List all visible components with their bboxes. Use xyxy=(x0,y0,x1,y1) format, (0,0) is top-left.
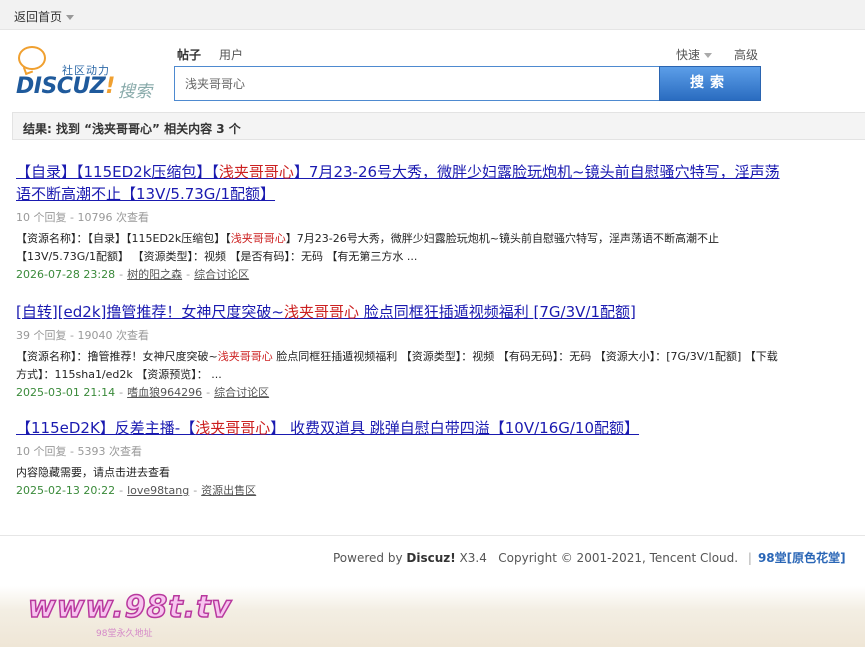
search-type-users[interactable]: 用户 xyxy=(219,46,243,63)
result-stats: 39 个回复 - 19040 次查看 xyxy=(16,329,149,342)
result-title-text: 【115eD2K】反差主播-【 xyxy=(16,419,196,437)
result-desc-text: 【资源名称】：撸管推荐！女神尺度突破~ xyxy=(16,350,218,363)
chevron-down-icon xyxy=(66,15,75,20)
result-title-highlight: 浅夹哥哥心 xyxy=(218,163,294,181)
footer-divider xyxy=(0,535,865,536)
result-meta: 2025-03-01 21:14- 嗜血狼964296- 综合讨论区 xyxy=(16,386,270,399)
result-forum-link[interactable]: 综合讨论区 xyxy=(194,268,249,281)
back-home-link[interactable]: 返回首页 xyxy=(14,8,75,25)
search-input[interactable] xyxy=(175,67,659,100)
watermark-logo: www.98t.tv xyxy=(27,589,233,626)
result-meta: 2026-07-28 23:28- 树的阳之森 - 综合讨论区 xyxy=(16,268,250,281)
advanced-search-link[interactable]: 高级 xyxy=(734,46,758,63)
result-title-link[interactable]: 【自录】【115ED2k压缩包】【浅夹哥哥心】7月23-26号大秀，微胖少妇露脸… xyxy=(16,163,780,203)
result-author-link[interactable]: 嗜血狼964296 xyxy=(127,386,202,399)
watermark-subtitle: 98堂永久地址 xyxy=(96,629,153,639)
powered-by-brand: Discuz! xyxy=(406,551,456,565)
search-result: [自转][ed2k]撸管推荐！女神尺度突破~浅夹哥哥心 脸点同框狂插遁视频福利 … xyxy=(16,301,786,402)
result-title-highlight: 浅夹哥哥心 xyxy=(195,419,271,437)
quick-search-label: 快速 xyxy=(676,48,701,62)
search-result: 【自录】【115ED2k压缩包】【浅夹哥哥心】7月23-26号大秀，微胖少妇露脸… xyxy=(16,161,786,284)
result-forum-link[interactable]: 资源出售区 xyxy=(201,484,256,497)
search-box xyxy=(174,66,660,101)
result-title-link[interactable]: [自转][ed2k]撸管推荐！女神尺度突破~浅夹哥哥心 脸点同框狂插遁视频福利 … xyxy=(16,303,636,321)
powered-by-text: Powered by xyxy=(333,551,407,565)
quick-search-dropdown[interactable]: 快速 xyxy=(676,46,713,63)
result-summary-bar: 结果: 找到 “浅夹哥哥心” 相关内容 3 个 xyxy=(12,112,865,140)
logo-brand-excl: ! xyxy=(105,74,115,99)
result-summary: 结果: 找到 “浅夹哥哥心” 相关内容 3 个 xyxy=(23,122,241,136)
chevron-down-icon xyxy=(704,53,713,58)
result-date: 2025-02-13 20:22 xyxy=(16,484,116,497)
search-type-posts[interactable]: 帖子 xyxy=(177,46,201,63)
site-logo[interactable]: 社区动力 DISCUZ! 搜索 xyxy=(16,44,156,102)
result-stats: 10 个回复 - 5393 次查看 xyxy=(16,445,142,458)
result-date: 2025-03-01 21:14 xyxy=(16,386,116,399)
top-bar: 返回首页 xyxy=(0,0,865,30)
result-desc-text: 内容隐藏需要，请点击进去查看 xyxy=(16,466,170,479)
footer: Powered by Discuz! X3.4 Copyright © 2001… xyxy=(333,549,846,566)
result-desc-highlight: 浅夹哥哥心 xyxy=(230,232,286,245)
speech-bubble-icon xyxy=(18,46,46,70)
result-author-link[interactable]: 树的阳之森 xyxy=(127,268,182,281)
logo-brand-main: DISCUZ xyxy=(16,74,106,99)
result-title-text: 】 收费双道具 跳弹自慰白带四溢【10V/16G/10配额】 xyxy=(270,419,640,437)
result-title-link[interactable]: 【115eD2K】反差主播-【浅夹哥哥心】 收费双道具 跳弹自慰白带四溢【10V… xyxy=(16,419,639,437)
result-stats: 10 个回复 - 10796 次查看 xyxy=(16,211,149,224)
result-title-text: 脸点同框狂插遁视频福利 [7G/3V/1配额] xyxy=(358,303,636,321)
result-desc-highlight: 浅夹哥哥心 xyxy=(217,350,273,363)
result-forum-link[interactable]: 综合讨论区 xyxy=(214,386,269,399)
result-date: 2026-07-28 23:28 xyxy=(16,268,116,281)
copyright-text: Copyright © 2001-2021, Tencent Cloud. xyxy=(498,551,739,565)
search-result: 【115eD2K】反差主播-【浅夹哥哥心】 收费双道具 跳弹自慰白带四溢【10V… xyxy=(16,417,786,500)
logo-suffix: 搜索 xyxy=(118,82,152,102)
result-description: 内容隐藏需要，请点击进去查看 xyxy=(16,464,786,482)
result-desc-text: 【资源名称】：【自录】【115ED2k压缩包】【 xyxy=(16,232,231,245)
powered-by-version: X3.4 xyxy=(455,551,487,565)
result-description: 【资源名称】：撸管推荐！女神尺度突破~浅夹哥哥心 脸点同框狂插遁视频福利 【资源… xyxy=(16,348,786,384)
result-author-link[interactable]: love98tang xyxy=(127,484,189,497)
result-title-text: 【自录】【115ED2k压缩包】【 xyxy=(16,163,219,181)
back-home-label: 返回首页 xyxy=(14,10,63,24)
logo-brand: DISCUZ! xyxy=(16,74,115,99)
search-button[interactable]: 搜索 xyxy=(659,66,761,101)
result-title-highlight: 浅夹哥哥心 xyxy=(283,303,359,321)
result-description: 【资源名称】：【自录】【115ED2k压缩包】【浅夹哥哥心】7月23-26号大秀… xyxy=(16,230,786,266)
result-meta: 2025-02-13 20:22- love98tang - 资源出售区 xyxy=(16,484,257,497)
site-name-link[interactable]: 98堂[原色花堂] xyxy=(758,551,846,565)
result-title-text: [自转][ed2k]撸管推荐！女神尺度突破~ xyxy=(16,303,284,321)
footer-separator: | xyxy=(747,551,752,565)
